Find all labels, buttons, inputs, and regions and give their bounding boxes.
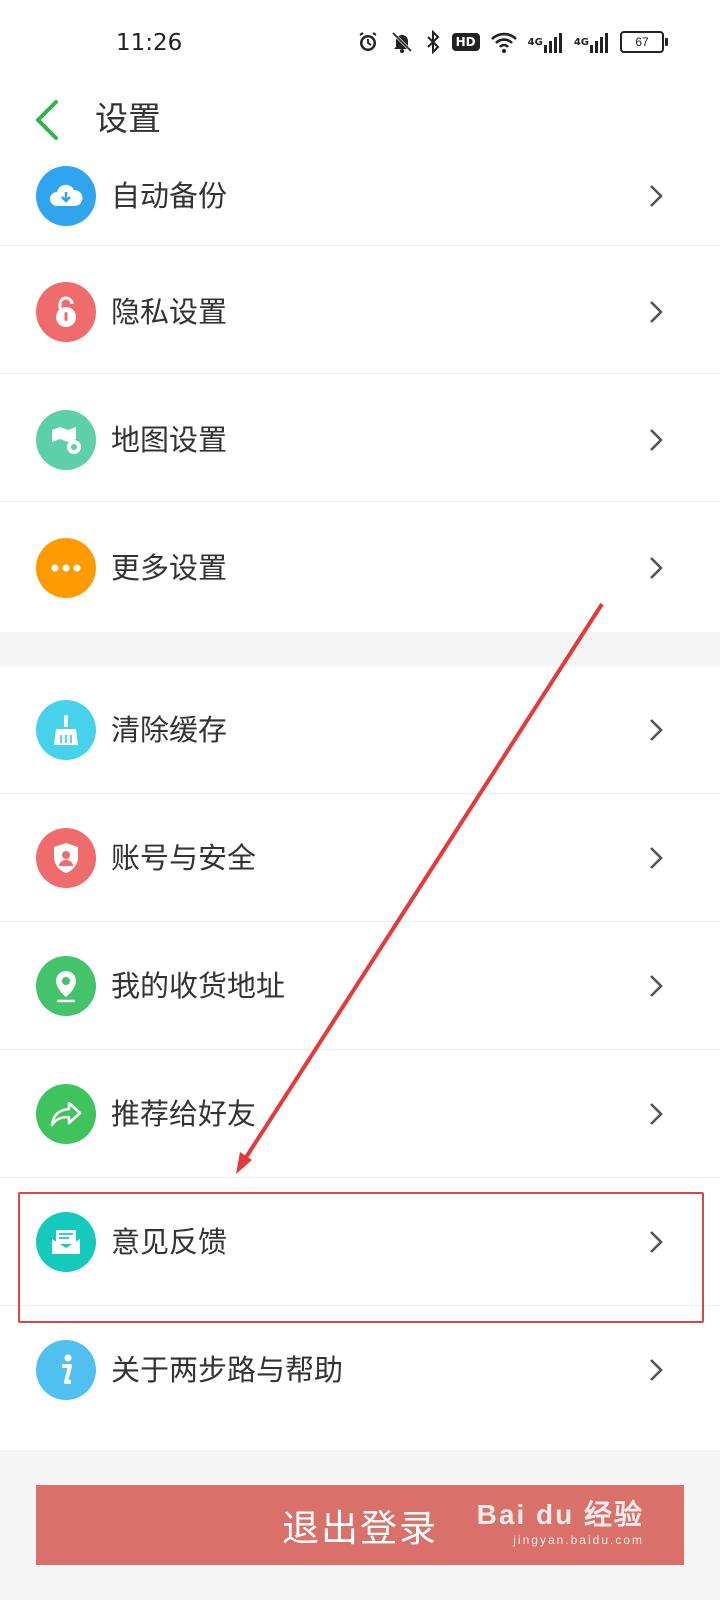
chevron-right-icon — [650, 185, 663, 207]
hd-icon: HD — [451, 28, 480, 56]
settings-item-label: 关于两步路与帮助 — [111, 1353, 344, 1387]
broom-icon — [36, 700, 96, 760]
bluetooth-icon — [424, 28, 442, 56]
settings-item-account-security[interactable]: 账号与安全 — [0, 794, 720, 922]
share-arrow-icon — [36, 1084, 96, 1144]
location-pin-icon — [36, 956, 96, 1016]
map-settings-icon — [36, 410, 96, 470]
battery-icon: 67 — [620, 28, 668, 56]
logout-button[interactable]: 退出登录 Bai du 经验 jingyan.baidu.com — [36, 1485, 684, 1565]
lock-icon — [36, 282, 96, 342]
info-icon — [36, 1340, 96, 1400]
settings-item-recommend[interactable]: 推荐给好友 — [0, 1050, 720, 1178]
chevron-right-icon — [650, 975, 663, 997]
chevron-right-icon — [650, 301, 663, 323]
settings-item-label: 隐私设置 — [111, 295, 228, 329]
settings-item-label: 推荐给好友 — [111, 1097, 257, 1131]
chevron-right-icon — [650, 1103, 663, 1125]
settings-item-label: 更多设置 — [111, 551, 228, 585]
settings-item-map[interactable]: 地图设置 — [0, 374, 720, 502]
cloud-download-icon — [36, 166, 96, 226]
settings-item-clear-cache[interactable]: 清除缓存 — [0, 666, 720, 794]
settings-item-auto-backup[interactable]: 自动备份 — [0, 118, 720, 246]
status-time: 11:26 — [116, 30, 183, 56]
settings-group-account: 清除缓存 账号与安全 我的收货地址 推荐给好友 意见反馈 关于两步路与帮助 — [0, 666, 720, 1450]
settings-item-label: 账号与安全 — [111, 841, 257, 875]
bell-off-icon — [390, 28, 414, 56]
settings-item-privacy[interactable]: 隐私设置 — [0, 246, 720, 374]
more-dots-icon — [36, 538, 96, 598]
chevron-right-icon — [650, 557, 663, 579]
wifi-icon — [490, 28, 518, 56]
signal-4g-icon: 4G — [528, 28, 564, 56]
settings-item-about-help[interactable]: 关于两步路与帮助 — [0, 1306, 720, 1434]
alarm-icon — [356, 28, 380, 56]
settings-item-label: 我的收货地址 — [111, 969, 286, 1003]
settings-group-general: 自动备份 隐私设置 地图设置 更多设置 — [0, 158, 720, 632]
status-icons: HD 4G 4G 67 — [356, 28, 668, 56]
chevron-right-icon — [650, 719, 663, 741]
settings-item-more[interactable]: 更多设置 — [0, 502, 720, 630]
baidu-jingyan-watermark: Bai du 经验 jingyan.baidu.com — [476, 1499, 644, 1547]
settings-item-label: 清除缓存 — [111, 713, 228, 747]
settings-item-label: 自动备份 — [111, 179, 228, 213]
settings-item-address[interactable]: 我的收货地址 — [0, 922, 720, 1050]
signal-4g-icon: 4G — [574, 28, 610, 56]
shield-user-icon — [36, 828, 96, 888]
settings-item-label: 地图设置 — [111, 423, 228, 457]
chevron-right-icon — [650, 429, 663, 451]
status-bar: 11:26 HD 4G 4G 67 — [0, 0, 720, 80]
chevron-right-icon — [650, 1359, 663, 1381]
chevron-right-icon — [650, 847, 663, 869]
logout-button-label: 退出登录 — [282, 1507, 438, 1550]
feedback-highlight-box — [18, 1192, 704, 1323]
